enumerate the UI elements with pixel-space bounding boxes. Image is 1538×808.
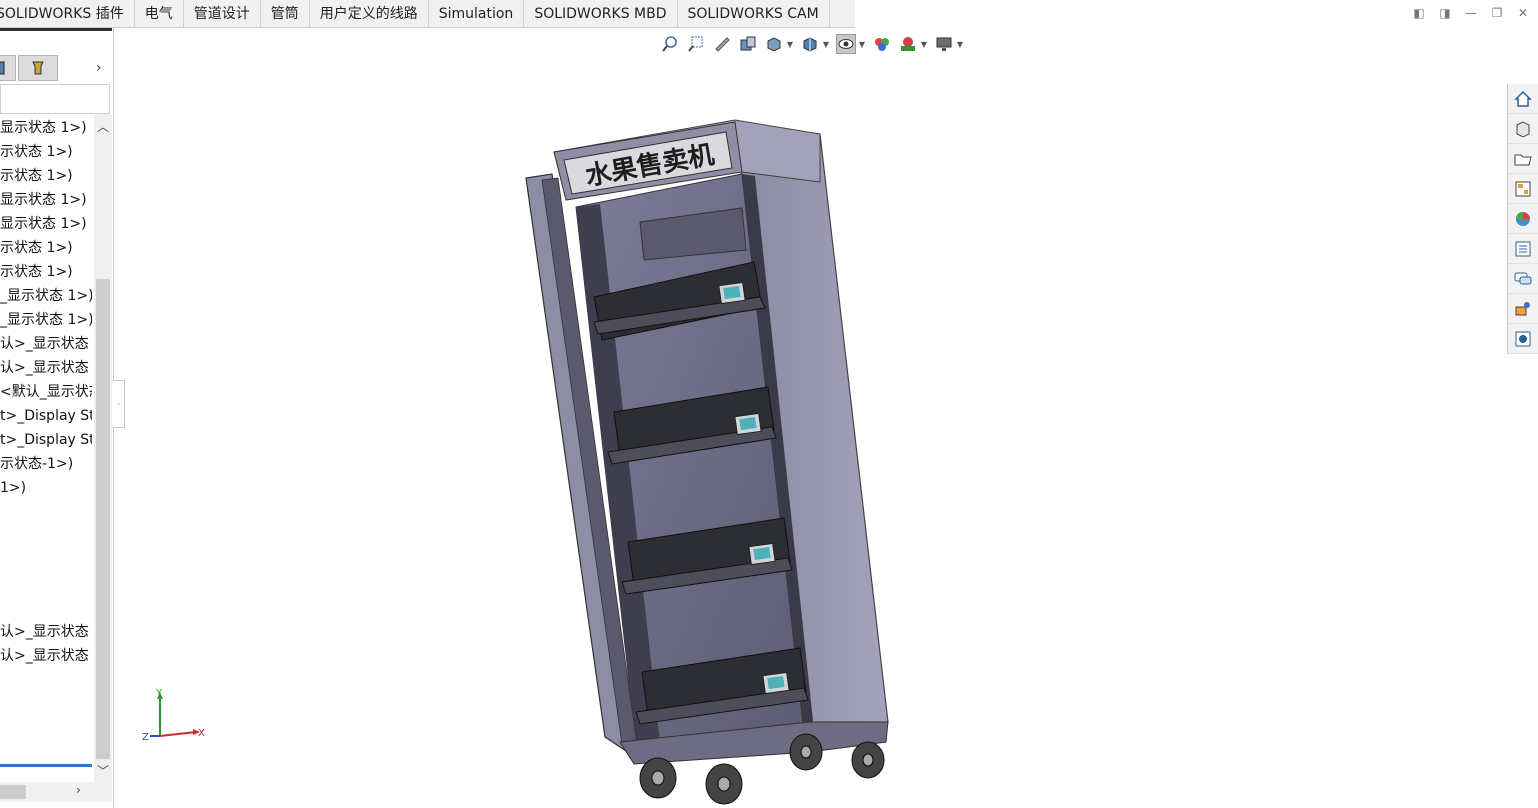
tree-item[interactable]: 认>_显示状态 (0, 332, 92, 356)
triad-z-label: Z (142, 732, 149, 743)
tile-right-icon[interactable]: ◨ (1438, 6, 1452, 20)
panel-top-strip (0, 28, 112, 31)
tree-item[interactable] (0, 548, 92, 572)
tab-tubing[interactable]: 管筒 (261, 0, 310, 28)
tree-item[interactable] (0, 524, 92, 548)
edit-appearance-icon[interactable] (872, 34, 892, 54)
tab-piping[interactable]: 管道设计 (184, 0, 261, 28)
tab-electrical[interactable]: 电气 (135, 0, 184, 28)
scroll-up-icon[interactable]: ︿ (94, 118, 112, 135)
close-button[interactable]: ✕ (1516, 6, 1530, 20)
feature-tree: 显示状态 1>) 示状态 1>) 示状态 1>) 显示状态 1>) 显示状态 1>) 示状… (0, 116, 92, 668)
tab-user-defined-routing[interactable]: 用户定义的线路 (310, 0, 429, 28)
tree-item[interactable]: 认>_显示状态 (0, 356, 92, 380)
display-manager-icon (32, 61, 44, 75)
tree-item[interactable]: 示状态 1>) (0, 236, 92, 260)
tree-item[interactable] (0, 596, 92, 620)
tree-item[interactable]: 认>_显示状态 1 (0, 620, 92, 644)
view-settings-icon[interactable] (934, 34, 954, 54)
file-explorer-icon[interactable] (1508, 144, 1538, 174)
hide-show-icon[interactable] (836, 34, 856, 54)
appearances-icon[interactable] (1508, 204, 1538, 234)
design-library-icon[interactable] (1508, 114, 1538, 144)
tab-solidworks-addins[interactable]: SOLIDWORKS 插件 (0, 0, 135, 28)
task-pane (1507, 84, 1538, 354)
tab-solidworks-mbd[interactable]: SOLIDWORKS MBD (524, 0, 678, 28)
tree-item[interactable]: 示状态 1>) (0, 140, 92, 164)
panel-collapse-handle[interactable]: ◦ (113, 380, 125, 428)
tree-item[interactable]: 示状态 1>) (0, 164, 92, 188)
tree-item[interactable]: 认>_显示状态 1 (0, 644, 92, 668)
zoom-to-fit-icon[interactable] (660, 34, 680, 54)
home-icon[interactable] (1508, 84, 1538, 114)
triad-y-label: Y (155, 688, 163, 699)
tree-scrollbar[interactable] (94, 114, 112, 784)
tree-item[interactable]: 显示状态 1>) (0, 188, 92, 212)
tab-simulation[interactable]: Simulation (429, 0, 525, 28)
tree-item[interactable]: _显示状态 1>) (0, 308, 92, 332)
horizontal-scrollbar[interactable]: › (0, 782, 112, 802)
window-controls: ◧ ◨ — ❐ ✕ (1412, 6, 1530, 20)
tree-filter-input[interactable] (0, 84, 110, 114)
view-orientation-icon[interactable] (764, 34, 784, 54)
tree-item[interactable]: <默认_显示状态 (0, 380, 92, 404)
feature-manager-panel: › 显示状态 1>) 示状态 1>) 示状态 1>) 显示状态 1>) 显示状态 1>)… (0, 28, 114, 808)
dimxpert-tab[interactable] (18, 55, 58, 81)
tree-item[interactable]: 显示状态 1>) (0, 116, 92, 140)
chevron-right-icon[interactable]: › (96, 60, 102, 76)
scenes-icon[interactable] (898, 34, 918, 54)
display-style-icon[interactable] (800, 34, 820, 54)
tree-scrollbar-thumb[interactable] (96, 279, 110, 759)
horizontal-scrollbar-thumb[interactable] (0, 785, 26, 799)
heads-up-view-toolbar: ▼ ▼ ▼ ▼ ▼ (660, 33, 964, 55)
scroll-right-icon[interactable]: › (76, 783, 81, 797)
tree-item[interactable] (0, 500, 92, 524)
scroll-down-icon[interactable]: ﹀ (94, 762, 112, 779)
restore-button[interactable]: ❐ (1490, 6, 1504, 20)
tree-item[interactable]: 显示状态 1>) (0, 212, 92, 236)
tree-item[interactable]: _显示状态 1>) (0, 284, 92, 308)
tree-item[interactable] (0, 572, 92, 596)
property-manager-icon (0, 61, 5, 75)
reference-triad: Y X Z (142, 688, 205, 743)
panel-selection-bar (0, 764, 92, 767)
forum-icon[interactable] (1508, 264, 1538, 294)
property-manager-tab[interactable] (0, 55, 16, 81)
minimize-button[interactable]: — (1464, 6, 1478, 20)
zoom-area-icon[interactable] (686, 34, 706, 54)
tree-item[interactable]: t>_Display St (0, 404, 92, 428)
triad-x-label: X (198, 728, 205, 739)
tree-item[interactable]: 示状态-1>) (0, 452, 92, 476)
vending-machine-model[interactable]: 水果售卖机 (510, 112, 910, 808)
tree-item[interactable]: 1>) (0, 476, 92, 500)
command-manager-tabs: SOLIDWORKS 插件 电气 管道设计 管筒 用户定义的线路 Simulat… (0, 0, 855, 28)
tree-item[interactable]: 示状态 1>) (0, 260, 92, 284)
3d-content-icon[interactable] (1508, 294, 1538, 324)
custom-properties-icon[interactable] (1508, 234, 1538, 264)
view-palette-icon[interactable] (1508, 174, 1538, 204)
tree-item[interactable]: t>_Display St (0, 428, 92, 452)
toolbox-icon[interactable] (1508, 324, 1538, 354)
section-view-icon[interactable] (738, 34, 758, 54)
previous-view-icon[interactable] (712, 34, 732, 54)
tile-left-icon[interactable]: ◧ (1412, 6, 1426, 20)
tab-solidworks-cam[interactable]: SOLIDWORKS CAM (678, 0, 830, 28)
